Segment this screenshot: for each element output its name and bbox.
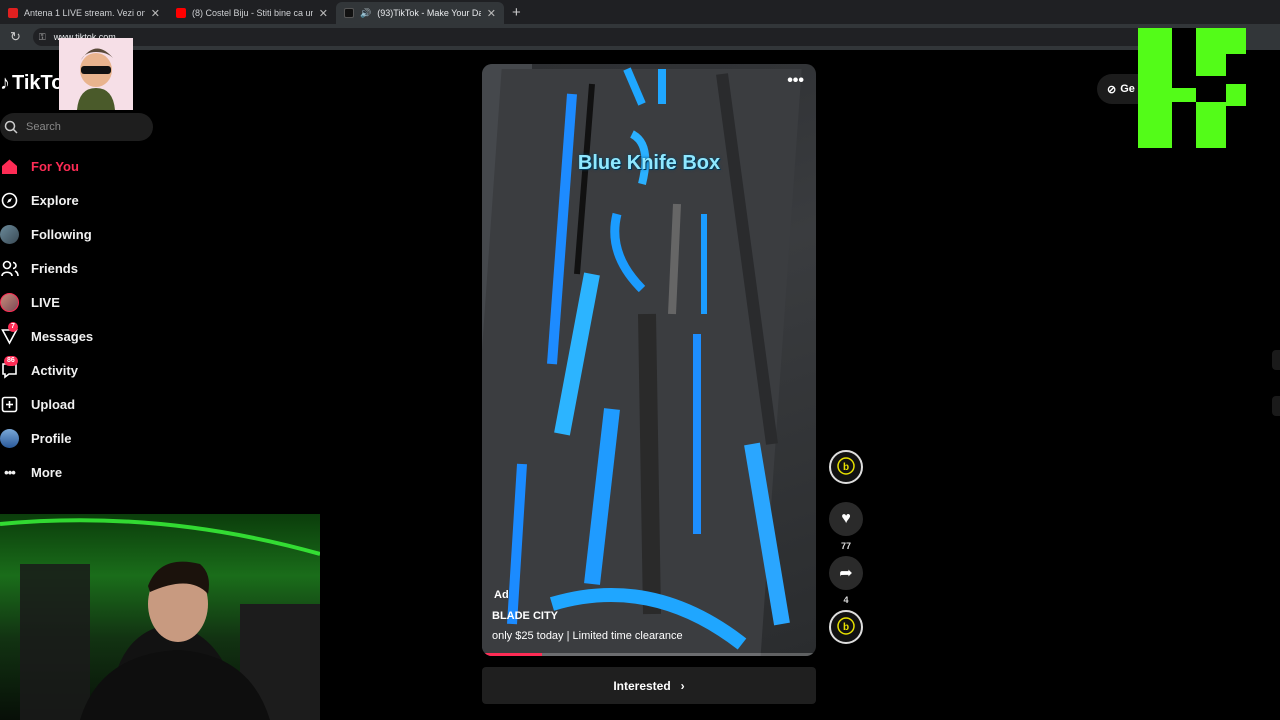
search-placeholder: Search [26, 121, 61, 133]
youtube-favicon-icon [176, 8, 186, 18]
webcam-overlay [0, 514, 320, 720]
sidebar-item-label: Friends [31, 260, 78, 276]
author-avatar[interactable]: b [829, 450, 863, 484]
close-tab-icon[interactable]: ✕ [151, 7, 160, 20]
ad-label: Ad [494, 589, 509, 601]
sound-disc[interactable]: b [829, 610, 863, 644]
share-button[interactable]: ➦ [829, 556, 863, 590]
share-count: 4 [843, 595, 849, 605]
tab-title: Antena 1 LIVE stream. Vezi online [24, 8, 145, 18]
browser-tab[interactable]: (8) Costel Biju - Stiti bine ca un m ✕ [168, 2, 336, 24]
upload-icon [0, 395, 19, 414]
live-avatar [0, 292, 19, 312]
close-tab-icon[interactable]: ✕ [319, 7, 328, 20]
site-info-icon[interactable]: ⚿ [39, 32, 46, 43]
sidebar-item-label: Explore [31, 192, 79, 208]
browser-tab-bar: Antena 1 LIVE stream. Vezi online ✕ (8) … [0, 0, 1280, 24]
sidebar-item-following[interactable]: Following [0, 217, 150, 251]
activity-icon: 86 [0, 355, 19, 380]
sidebar-item-activity[interactable]: 86 Activity [0, 353, 150, 387]
more-icon: ••• [4, 464, 16, 480]
sidebar-item-label: LIVE [31, 294, 60, 310]
sidebar-item-messages[interactable]: 7 Messages [0, 319, 150, 353]
sidebar-item-more[interactable]: ••• More [0, 455, 150, 489]
tab-title: (8) Costel Biju - Stiti bine ca un m [192, 8, 313, 18]
home-icon [0, 157, 19, 176]
video-progress-bar[interactable] [482, 653, 816, 656]
video-author[interactable]: BLADE CITY [492, 610, 558, 622]
sidebar-nav: For You Explore Following Friends LIVE 7… [0, 149, 150, 489]
sidebar-item-friends[interactable]: Friends [0, 251, 150, 285]
messages-badge: 7 [8, 321, 18, 332]
get-app-label: Ge [1120, 83, 1135, 95]
chevron-right-icon: › [680, 678, 685, 693]
sidebar-item-live[interactable]: LIVE [0, 285, 150, 319]
following-avatar [0, 224, 19, 244]
like-button[interactable]: ♥ [829, 502, 863, 536]
scroll-down-arrow[interactable] [1272, 396, 1280, 416]
friends-icon [0, 259, 19, 278]
close-tab-icon[interactable]: ✕ [487, 7, 496, 20]
scroll-up-arrow[interactable] [1272, 350, 1280, 370]
more-options-icon[interactable]: ••• [787, 72, 804, 90]
interested-button[interactable]: Interested › [482, 667, 816, 704]
speaker-icon[interactable]: 🔊 [360, 8, 371, 19]
like-count: 77 [840, 541, 851, 551]
blade-city-logo-icon: b [837, 457, 855, 475]
blade-city-logo-icon: b [837, 617, 855, 635]
browser-tab[interactable]: Antena 1 LIVE stream. Vezi online ✕ [0, 2, 168, 24]
profile-avatar [0, 428, 19, 448]
address-bar-row: ↻ ⚿ www.tiktok.com [0, 24, 1280, 50]
video-overlay-title: Blue Knife Box [577, 152, 721, 174]
messages-icon: 7 [0, 321, 19, 346]
compass-icon [0, 191, 19, 210]
tiktok-favicon-icon [344, 8, 354, 18]
sidebar-item-for-you[interactable]: For You [0, 149, 150, 183]
video-progress-fill [482, 653, 543, 656]
svg-text:b: b [843, 622, 849, 633]
tab-title: (93)TikTok - Make Your Day [377, 8, 481, 18]
sidebar-item-upload[interactable]: Upload [0, 387, 150, 421]
sidebar-item-label: Messages [31, 328, 94, 344]
interested-label: Interested [613, 678, 671, 693]
share-arrow-icon: ➦ [839, 565, 853, 582]
svg-text:b: b [843, 462, 849, 473]
browser-tab-active[interactable]: 🔊 (93)TikTok - Make Your Day ✕ [336, 2, 504, 24]
sidebar-item-profile[interactable]: Profile [0, 421, 150, 455]
sidebar-item-label: Profile [31, 430, 72, 446]
sidebar-item-label: Upload [31, 396, 76, 412]
sidebar-item-explore[interactable]: Explore [0, 183, 150, 217]
heart-icon: ♥ [841, 510, 851, 527]
streamer-avatar-sticker [59, 38, 133, 110]
sidebar-item-label: Following [31, 226, 92, 242]
kick-logo-icon [1138, 28, 1246, 148]
video-player[interactable]: Blue Knife Box ••• Ad BLADE CITY only $2… [482, 64, 816, 656]
url-field[interactable]: ⚿ www.tiktok.com [32, 28, 1233, 46]
video-actions: b ♥ 77 ➦ 4 b [827, 450, 865, 644]
antena-favicon-icon [8, 8, 18, 18]
search-input[interactable]: Search [0, 113, 153, 141]
reload-icon[interactable]: ↻ [10, 29, 21, 45]
sidebar-item-label: Activity [31, 362, 78, 378]
search-icon [4, 120, 18, 134]
new-tab-icon[interactable]: + [512, 4, 521, 21]
tiktok-note-icon: ♪ [0, 72, 10, 94]
video-caption: only $25 today | Limited time clearance [492, 630, 683, 642]
sidebar-item-label: More [31, 464, 63, 480]
compass-small-icon: ⊘ [1107, 83, 1117, 96]
activity-badge: 86 [4, 355, 18, 366]
cartoon-avatar-icon [77, 48, 115, 110]
streamer-webcam-image [0, 518, 320, 720]
sidebar-item-label: For You [31, 158, 79, 174]
